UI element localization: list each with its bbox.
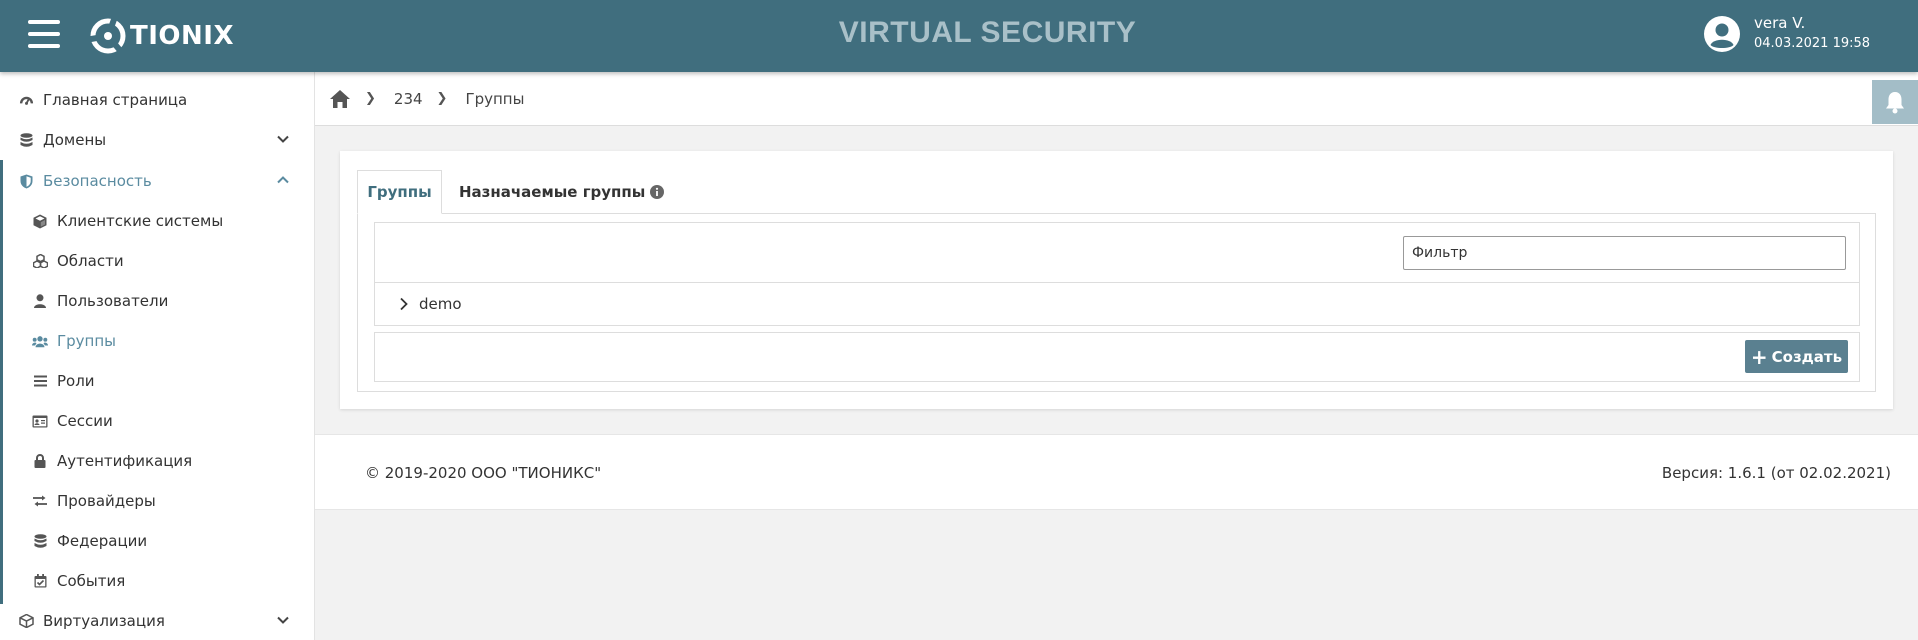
database-icon xyxy=(18,132,34,148)
sidebar-item-home[interactable]: Главная страница xyxy=(0,80,314,120)
sidebar-item-authentication[interactable]: Аутентификация xyxy=(0,441,314,481)
breadcrumb-item-current: Группы xyxy=(465,89,525,108)
groups-card: Группы Назначаемые группы demo + Созда xyxy=(340,151,1893,409)
sidebar: Главная страница Домены Безопасность Кли… xyxy=(0,72,315,640)
copyright-text: © 2019-2020 ООО "ТИОНИКС" xyxy=(365,464,602,482)
chevron-down-icon[interactable] xyxy=(276,132,290,146)
dashboard-icon xyxy=(18,92,34,108)
sidebar-item-realms[interactable]: Области xyxy=(0,241,314,281)
tab-label: Группы xyxy=(367,183,432,201)
user-avatar-icon xyxy=(1704,15,1740,52)
sidebar-item-label: Роли xyxy=(57,372,95,390)
user-name: vera V. xyxy=(1754,14,1806,32)
shield-icon xyxy=(18,173,34,189)
user-datetime: 04.03.2021 19:58 xyxy=(1754,36,1871,51)
user-icon xyxy=(32,293,48,309)
sidebar-item-label: Клиентские системы xyxy=(57,212,224,230)
breadcrumb-separator-icon: ❯ xyxy=(436,91,448,106)
sidebar-item-domains[interactable]: Домены xyxy=(0,120,314,160)
sidebar-item-label: Группы xyxy=(57,332,117,350)
cubes-icon xyxy=(18,613,34,629)
create-button-label: Создать xyxy=(1771,347,1843,366)
tab-panel: demo + Создать xyxy=(357,213,1876,392)
sidebar-item-groups[interactable]: Группы xyxy=(0,321,314,361)
tab-label: Назначаемые группы xyxy=(459,183,646,201)
database-icon xyxy=(32,533,48,549)
lock-icon xyxy=(32,453,48,469)
users-icon xyxy=(32,333,48,349)
sidebar-item-events[interactable]: События xyxy=(0,561,314,601)
breadcrumb: ❯ 234 ❯ Группы xyxy=(315,72,1918,126)
sidebar-item-virtualization[interactable]: Виртуализация xyxy=(0,601,314,640)
calendar-check-icon xyxy=(32,573,48,589)
sidebar-item-label: Виртуализация xyxy=(43,612,165,630)
chevron-down-icon[interactable] xyxy=(276,613,290,627)
sidebar-item-label: Домены xyxy=(43,131,107,149)
sidebar-item-label: Сессии xyxy=(57,412,113,430)
create-button[interactable]: + Создать xyxy=(1745,340,1848,373)
sidebar-item-client-systems[interactable]: Клиентские системы xyxy=(0,201,314,241)
user-menu[interactable]: vera V. 04.03.2021 19:58 xyxy=(1704,14,1870,53)
sidebar-item-roles[interactable]: Роли xyxy=(0,361,314,401)
app-title: VIRTUAL SECURITY xyxy=(838,16,1137,49)
cube-icon xyxy=(32,213,48,229)
info-icon[interactable] xyxy=(650,185,665,199)
sidebar-item-label: События xyxy=(57,572,126,590)
chevron-right-icon[interactable] xyxy=(399,297,409,311)
plus-icon: + xyxy=(1750,344,1768,369)
bell-icon xyxy=(1886,92,1904,114)
sidebar-item-sessions[interactable]: Сессии xyxy=(0,401,314,441)
top-header: TIONIX VIRTUAL SECURITY vera V. 04.03.20… xyxy=(0,0,1918,72)
page-footer: © 2019-2020 ООО "ТИОНИКС" Версия: 1.6.1 … xyxy=(315,434,1918,510)
cubes-icon xyxy=(32,253,48,269)
tree-row[interactable]: demo xyxy=(375,283,1859,325)
sidebar-item-label: Безопасность xyxy=(43,172,152,190)
home-icon[interactable] xyxy=(329,89,351,109)
exchange-icon xyxy=(32,493,48,509)
breadcrumb-item[interactable]: 234 xyxy=(394,90,423,108)
sidebar-item-label: Аутентификация xyxy=(57,452,193,470)
version-text: Версия: 1.6.1 (от 02.02.2021) xyxy=(1661,464,1891,482)
groups-tree: demo xyxy=(374,222,1860,326)
sidebar-item-federations[interactable]: Федерации xyxy=(0,521,314,561)
sidebar-item-providers[interactable]: Провайдеры xyxy=(0,481,314,521)
tree-toolbar xyxy=(375,223,1859,283)
actions-bar: + Создать xyxy=(374,332,1860,382)
sidebar-item-label: Главная страница xyxy=(43,91,188,109)
sidebar-item-label: Области xyxy=(57,252,124,270)
breadcrumb-separator-icon: ❯ xyxy=(365,91,376,106)
tree-row-label: demo xyxy=(419,295,462,313)
sidebar-item-security[interactable]: Безопасность xyxy=(0,161,314,201)
notifications-button[interactable] xyxy=(1872,80,1918,124)
sidebar-item-label: Пользователи xyxy=(57,292,169,310)
sidebar-item-label: Федерации xyxy=(57,532,148,550)
sidebar-item-label: Провайдеры xyxy=(57,492,156,510)
list-icon xyxy=(32,373,48,389)
filter-input[interactable] xyxy=(1403,236,1846,270)
tab-assignable-groups[interactable]: Назначаемые группы xyxy=(459,170,665,214)
id-card-icon xyxy=(32,413,48,429)
chevron-up-icon[interactable] xyxy=(276,173,290,187)
sidebar-item-users[interactable]: Пользователи xyxy=(0,281,314,321)
tab-groups[interactable]: Группы xyxy=(357,170,442,214)
